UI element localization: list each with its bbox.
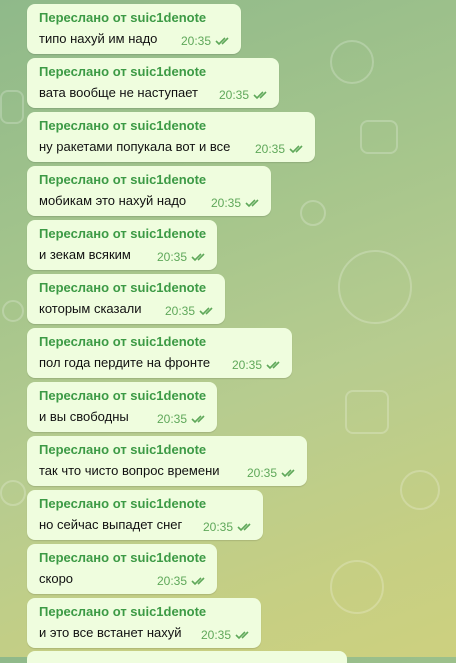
message-time: 20:35 (180, 34, 211, 48)
wallpaper-doodle (330, 560, 384, 614)
wallpaper-doodle (338, 250, 412, 324)
message-bubble[interactable]: Переслано от suic1denote пол года пердит… (27, 328, 292, 378)
forwarded-from-label[interactable]: Переслано от suic1denote (39, 495, 253, 512)
message-meta: 20:35 (165, 304, 217, 318)
forwarded-from-label[interactable]: Переслано от suic1denote (39, 171, 261, 188)
wallpaper-doodle (400, 470, 440, 510)
wallpaper-doodle (0, 90, 24, 124)
message-meta: 20:35 (247, 466, 299, 480)
message-time: 20:35 (202, 520, 233, 534)
wallpaper-doodle (2, 300, 24, 322)
message-time: 20:35 (246, 466, 277, 480)
wallpaper-doodle (345, 390, 389, 434)
message-bubble-partial[interactable] (27, 651, 347, 663)
forwarded-from-label[interactable]: Переслано от suic1denote (39, 225, 207, 242)
message-meta: 20:35 (201, 628, 253, 642)
message-time: 20:35 (231, 358, 262, 372)
message-meta: 20:35 (157, 412, 209, 426)
forwarded-from-label[interactable]: Переслано от suic1denote (39, 63, 269, 80)
message-meta: 20:35 (219, 88, 271, 102)
double-check-icon (215, 37, 229, 46)
message-meta: 20:35 (211, 196, 263, 210)
message-time: 20:35 (156, 412, 187, 426)
forwarded-from-label[interactable]: Переслано от suic1denote (39, 387, 207, 404)
message-bubble[interactable]: Переслано от suic1denote типо нахуй им н… (27, 4, 241, 54)
forwarded-from-label[interactable]: Переслано от suic1denote (39, 9, 231, 26)
double-check-icon (199, 307, 213, 316)
double-check-icon (289, 145, 303, 154)
double-check-icon (191, 253, 205, 262)
forwarded-from-label[interactable]: Переслано от suic1denote (39, 117, 305, 134)
message-meta: 20:35 (203, 520, 255, 534)
forwarded-from-label[interactable]: Переслано от suic1denote (39, 333, 282, 350)
message-meta: 20:35 (232, 358, 284, 372)
double-check-icon (266, 361, 280, 370)
message-bubble[interactable]: Переслано от suic1denote ну ракетами поп… (27, 112, 315, 162)
message-bubble[interactable]: Переслано от suic1denote и зекам всяким … (27, 220, 217, 270)
wallpaper-doodle (360, 120, 398, 154)
message-time: 20:35 (210, 196, 241, 210)
message-time: 20:35 (254, 142, 285, 156)
forwarded-from-label[interactable]: Переслано от suic1denote (39, 549, 207, 566)
double-check-icon (237, 523, 251, 532)
message-bubble[interactable]: Переслано от suic1denote которым сказали… (27, 274, 225, 324)
message-meta: 20:35 (157, 250, 209, 264)
wallpaper-doodle (300, 200, 326, 226)
double-check-icon (235, 631, 249, 640)
message-bubble[interactable]: Переслано от suic1denote мобикам это нах… (27, 166, 271, 216)
double-check-icon (245, 199, 259, 208)
forwarded-from-label[interactable]: Переслано от suic1denote (39, 279, 215, 296)
message-bubble[interactable]: Переслано от suic1denote но сейчас выпад… (27, 490, 263, 540)
double-check-icon (253, 91, 267, 100)
message-meta: 20:35 (157, 574, 209, 588)
message-meta: 20:35 (181, 34, 233, 48)
message-time: 20:35 (218, 88, 249, 102)
double-check-icon (191, 577, 205, 586)
message-bubble[interactable]: Переслано от suic1denote так что чисто в… (27, 436, 307, 486)
double-check-icon (191, 415, 205, 424)
message-meta: 20:35 (255, 142, 307, 156)
message-bubble[interactable]: Переслано от suic1denote вата вообще не … (27, 58, 279, 108)
wallpaper-doodle (330, 40, 374, 84)
message-time: 20:35 (200, 628, 231, 642)
message-time: 20:35 (156, 250, 187, 264)
forwarded-from-label[interactable]: Переслано от suic1denote (39, 441, 297, 458)
message-bubble[interactable]: Переслано от suic1denote и это все встан… (27, 598, 261, 648)
message-time: 20:35 (156, 574, 187, 588)
message-bubble[interactable]: Переслано от suic1denote скоро 20:35 (27, 544, 217, 594)
double-check-icon (281, 469, 295, 478)
message-bubble[interactable]: Переслано от suic1denote и вы свободны 2… (27, 382, 217, 432)
forwarded-from-label[interactable]: Переслано от suic1denote (39, 603, 251, 620)
wallpaper-doodle (0, 480, 26, 506)
message-time: 20:35 (164, 304, 195, 318)
